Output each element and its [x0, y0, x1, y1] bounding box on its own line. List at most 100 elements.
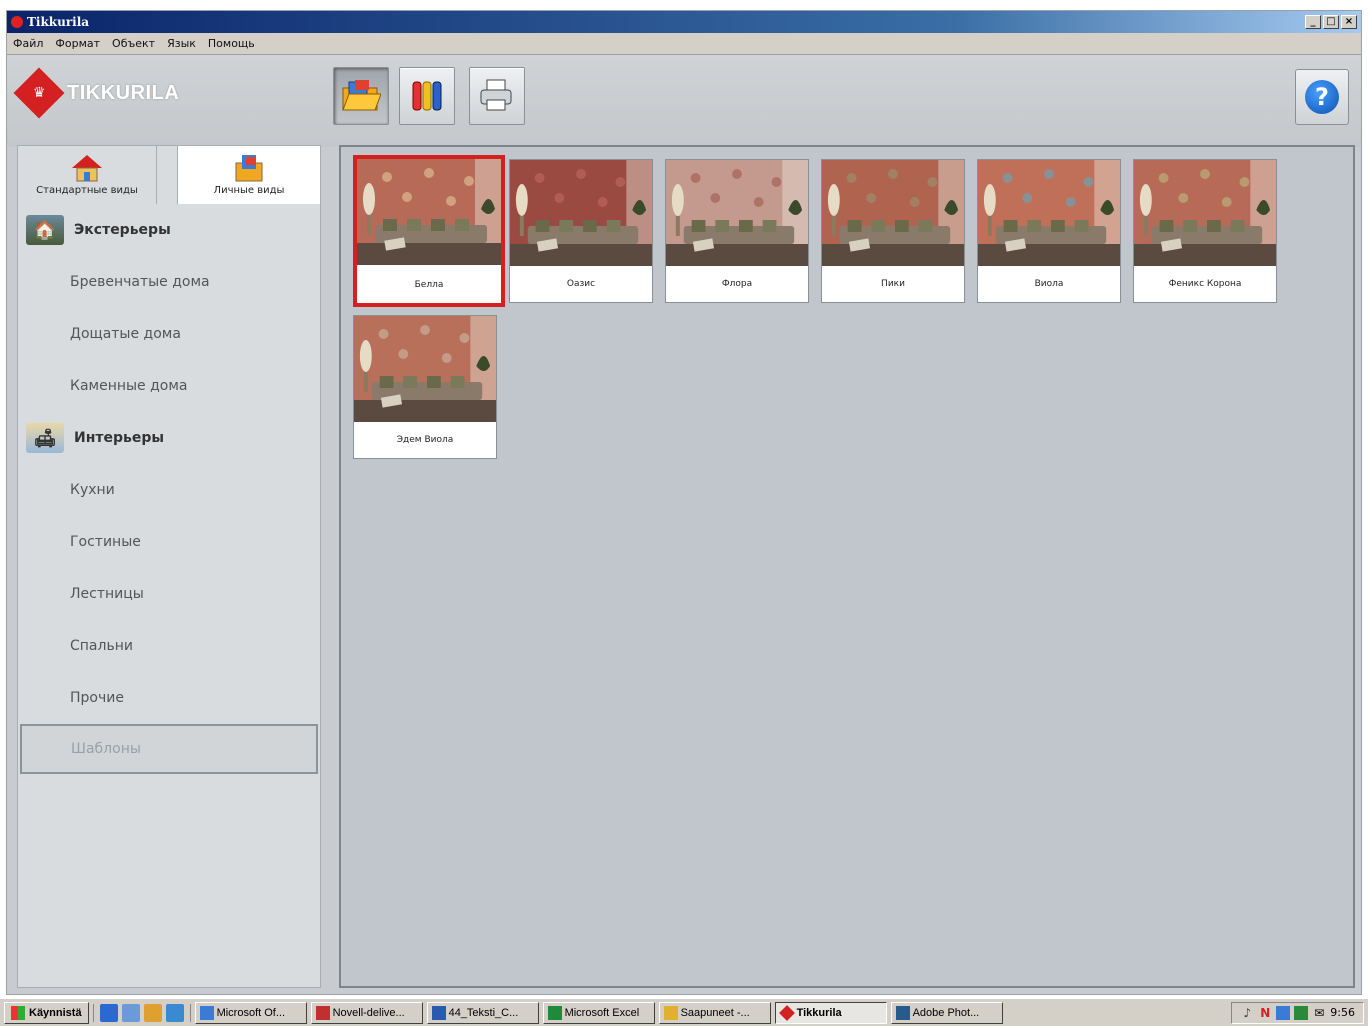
- quick-launch: [92, 1003, 191, 1022]
- system-tray: ♪ N ✉ 9:56: [1231, 1001, 1364, 1024]
- excel-icon: [547, 1005, 562, 1020]
- browser-icon[interactable]: [99, 1003, 118, 1022]
- novell-tray-icon[interactable]: N: [1258, 1006, 1272, 1020]
- sidebar-item-kitchens[interactable]: Кухни: [18, 464, 320, 516]
- task-tikkurila[interactable]: Tikkurila: [774, 1001, 887, 1024]
- task-teksti[interactable]: 44_Teksti_C...: [426, 1001, 539, 1024]
- volume-icon[interactable]: ♪: [1240, 1006, 1254, 1020]
- color-palette-button[interactable]: [399, 67, 455, 125]
- tab-standard-views[interactable]: Стандартные виды: [18, 146, 158, 204]
- title-bar: Tikkurila _ □ ×: [7, 11, 1361, 33]
- network-icon[interactable]: [1276, 1005, 1291, 1020]
- start-label: Käynnistä: [29, 1006, 82, 1019]
- task-excel[interactable]: Microsoft Excel: [542, 1001, 655, 1024]
- task-photoshop[interactable]: Adobe Phot...: [890, 1001, 1003, 1024]
- app-window: Tikkurila _ □ × Файл Формат Объект Язык …: [6, 10, 1362, 995]
- sidebar-item-board-houses[interactable]: Дощатые дома: [18, 308, 320, 360]
- thumbnail-label: Белла: [414, 280, 444, 290]
- windows-logo-icon: [11, 1005, 25, 1020]
- task-microsoft-office[interactable]: Microsoft Of...: [194, 1001, 307, 1024]
- category-interiors[interactable]: 🛋 Интерьеры: [18, 412, 320, 464]
- task-label: 44_Teksti_C...: [448, 1006, 519, 1019]
- sidebar-item-log-houses[interactable]: Бревенчатые дома: [18, 256, 320, 308]
- task-label: Adobe Phot...: [912, 1006, 980, 1019]
- interior-photo-icon: 🛋: [26, 423, 64, 453]
- menu-format[interactable]: Формат: [55, 37, 100, 50]
- task-label: Microsoft Of...: [216, 1006, 286, 1019]
- room-preview-image: [510, 160, 652, 266]
- room-preview-image: [357, 159, 501, 265]
- thumbnail-label: Эдем Виола: [396, 435, 454, 445]
- category-exteriors[interactable]: 🏠 Экстерьеры: [18, 204, 320, 256]
- thumbnail-gallery: Белла Оазис Флора Пики Виола Феникс Корона Эде…: [339, 145, 1355, 988]
- thumbnail-5[interactable]: Виола: [977, 159, 1121, 303]
- minimize-button[interactable]: _: [1305, 15, 1321, 29]
- logo-diamond-icon: ♛: [13, 67, 65, 119]
- word-icon: [431, 1005, 446, 1020]
- category-exteriors-label: Экстерьеры: [74, 222, 171, 238]
- paint-tubes-icon: [412, 81, 442, 111]
- room-preview-image: [1134, 160, 1276, 266]
- help-button[interactable]: ?: [1295, 69, 1349, 125]
- room-preview-image: [978, 160, 1120, 266]
- media-icon[interactable]: [143, 1003, 162, 1022]
- window-title: Tikkurila: [27, 15, 90, 29]
- room-preview-image: [354, 316, 496, 422]
- sidebar-item-living-rooms[interactable]: Гостиные: [18, 516, 320, 568]
- sidebar-item-stairs[interactable]: Лестницы: [18, 568, 320, 620]
- thumbnail-3[interactable]: Флора: [665, 159, 809, 303]
- app-icon: [11, 16, 23, 28]
- antivirus-icon[interactable]: [1294, 1005, 1309, 1020]
- thumbnail-2[interactable]: Оазис: [509, 159, 653, 303]
- brand-name: TIKKURILA: [67, 81, 180, 104]
- office-icon: [199, 1005, 214, 1020]
- task-novell[interactable]: Novell-delive...: [310, 1001, 423, 1024]
- folder-icon: [342, 80, 381, 111]
- mail-tray-icon[interactable]: ✉: [1312, 1006, 1326, 1020]
- category-sidebar: Стандартные виды Личные виды 🏠 Экстерьер…: [17, 145, 321, 988]
- tikkurila-logo: ♛ TIKKURILA: [13, 67, 180, 119]
- category-interiors-label: Интерьеры: [74, 430, 165, 446]
- close-button[interactable]: ×: [1341, 15, 1357, 29]
- open-folder-button[interactable]: [333, 67, 389, 125]
- sidebar-item-templates[interactable]: Шаблоны: [20, 724, 318, 774]
- menu-help[interactable]: Помощь: [208, 37, 255, 50]
- photoshop-icon: [895, 1005, 910, 1020]
- thumbnail-1[interactable]: Белла: [353, 155, 505, 307]
- menu-file[interactable]: Файл: [13, 37, 43, 50]
- print-button[interactable]: [469, 67, 525, 125]
- sidebar-item-other[interactable]: Прочие: [18, 672, 320, 724]
- sidebar-item-stone-houses[interactable]: Каменные дома: [18, 360, 320, 412]
- house-icon: [72, 155, 102, 182]
- help-icon: ?: [1305, 80, 1339, 114]
- menu-object[interactable]: Объект: [112, 37, 155, 50]
- task-saapuneet[interactable]: Saapuneet -...: [658, 1001, 771, 1024]
- tab-personal-views[interactable]: Личные виды: [177, 146, 320, 204]
- exterior-photo-icon: 🏠: [26, 215, 64, 245]
- sidebar-item-bedrooms[interactable]: Спальни: [18, 620, 320, 672]
- mail-icon: [663, 1005, 678, 1020]
- tikkurila-icon: [778, 1004, 795, 1021]
- novell-icon: [315, 1005, 330, 1020]
- room-preview-image: [822, 160, 964, 266]
- thumbnail-label: Виола: [1034, 279, 1064, 289]
- task-label: Microsoft Excel: [564, 1006, 640, 1019]
- tab-standard-label: Стандартные виды: [36, 185, 138, 196]
- thumbnail-4[interactable]: Пики: [821, 159, 965, 303]
- outlook-icon[interactable]: [165, 1003, 184, 1022]
- windows-taskbar: Käynnistä Microsoft Of... Novell-delive.…: [0, 998, 1368, 1026]
- room-preview-image: [666, 160, 808, 266]
- task-label: Novell-delive...: [332, 1006, 405, 1019]
- start-button[interactable]: Käynnistä: [4, 1001, 89, 1024]
- tab-personal-label: Личные виды: [213, 185, 285, 196]
- thumbnail-label: Феникс Корона: [1168, 279, 1242, 289]
- app-header: ♛ TIKKURILA ?: [7, 55, 1361, 147]
- thumbnail-6[interactable]: Феникс Корона: [1133, 159, 1277, 303]
- task-label: Saapuneet -...: [680, 1006, 750, 1019]
- menu-language[interactable]: Язык: [167, 37, 196, 50]
- thumbnail-7[interactable]: Эдем Виола: [353, 315, 497, 459]
- maximize-button[interactable]: □: [1323, 15, 1339, 29]
- desktop-icon[interactable]: [121, 1003, 140, 1022]
- menu-bar: Файл Формат Объект Язык Помощь: [7, 33, 1361, 55]
- personal-folder-icon: [235, 155, 263, 182]
